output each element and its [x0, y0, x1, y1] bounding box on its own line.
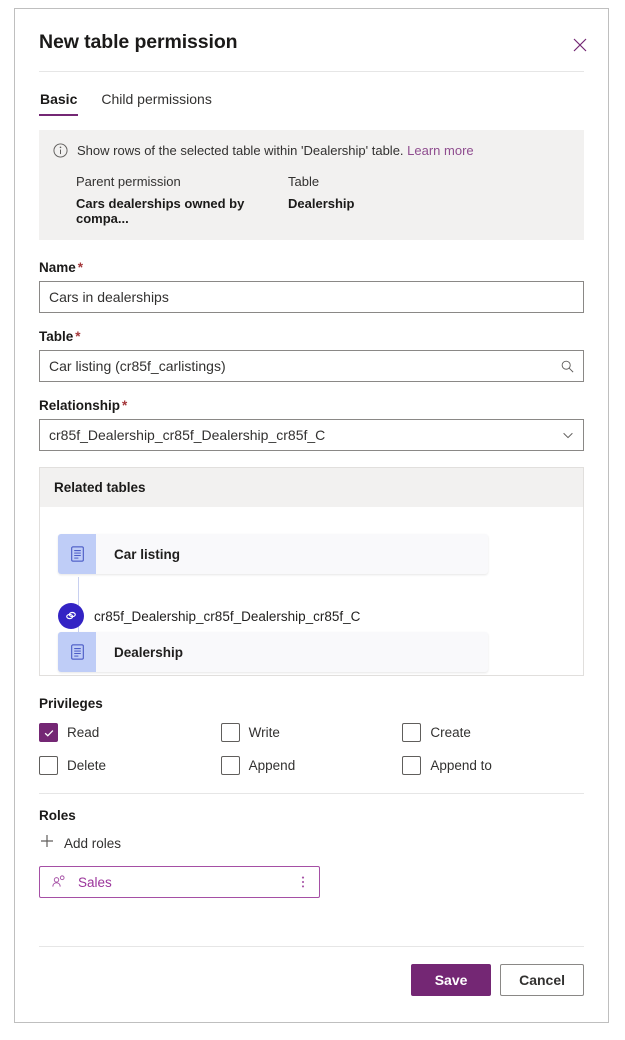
page-title: New table permission [39, 31, 238, 53]
checkbox-label-append: Append [248, 758, 296, 773]
table-required-marker: * [75, 329, 81, 344]
search-icon[interactable] [560, 351, 575, 381]
table-icon [58, 534, 96, 574]
table-field-group: Table * [39, 329, 584, 382]
table-label-text: Table [39, 329, 74, 344]
info-banner-grid: Parent permission Table Cars dealerships… [53, 174, 570, 226]
checkbox-label-delete: Delete [67, 758, 107, 773]
new-table-permission-dialog: New table permission Basic Child permiss… [14, 8, 609, 1023]
cancel-button[interactable]: Cancel [500, 964, 584, 996]
checkbox-row-delete[interactable]: Delete [39, 756, 221, 775]
dialog-footer: Save Cancel [39, 946, 584, 1022]
table-icon-shadow-2 [64, 580, 102, 587]
info-banner-message: Show rows of the selected table within '… [77, 143, 404, 158]
name-input-wrap[interactable] [39, 281, 584, 313]
relationship-input[interactable] [40, 420, 583, 450]
roles-section: Roles Add roles Sales [39, 808, 584, 898]
more-vertical-icon[interactable] [296, 875, 310, 889]
add-roles-button[interactable]: Add roles [39, 833, 584, 854]
table-input[interactable] [40, 351, 583, 381]
close-icon[interactable] [564, 29, 596, 61]
role-chip-sales[interactable]: Sales [39, 866, 320, 898]
table-icon-shadow-1 [61, 577, 99, 584]
privileges-label: Privileges [39, 696, 103, 711]
checkbox-label-write: Write [248, 725, 280, 740]
info-col-header-parent-permission: Parent permission [76, 174, 181, 189]
relationship-field-group: Relationship * [39, 398, 584, 451]
top-entity-slot: Car listing [58, 534, 494, 587]
name-required-marker: * [77, 260, 84, 275]
entity-card-dealership[interactable]: Dealership [58, 632, 488, 672]
checkbox-row-append-to[interactable]: Append to [402, 756, 584, 775]
checkbox-label-create: Create [430, 725, 471, 740]
name-label-text: Name [39, 260, 76, 275]
person-role-icon [51, 874, 67, 890]
tab-basic-label: Basic [40, 91, 78, 107]
tab-child-permissions-label: Child permissions [101, 91, 212, 107]
checkbox-row-read[interactable]: Read [39, 723, 221, 742]
info-banner-text: Show rows of the selected table within '… [77, 142, 474, 159]
info-col-value-table: Dealership [288, 196, 355, 211]
relationship-label-text: Relationship [39, 398, 121, 413]
dialog-header: New table permission [15, 9, 608, 71]
save-button[interactable]: Save [411, 964, 492, 996]
tab-list: Basic Child permissions [15, 72, 608, 116]
related-tables-panel: Related tables Car listing cr85f_Dealers… [39, 467, 584, 676]
name-field-group: Name * [39, 260, 584, 313]
entity-card-car-listing[interactable]: Car listing [58, 534, 494, 587]
name-input[interactable] [40, 282, 583, 312]
checkbox-read[interactable] [39, 723, 58, 742]
relationship-dropdown[interactable] [39, 419, 584, 451]
role-chip-label-sales: Sales [78, 874, 112, 890]
info-col-value-parent-permission: Cars dealerships owned by compa... [76, 196, 245, 226]
tab-basic[interactable]: Basic [39, 91, 79, 116]
add-roles-label: Add roles [64, 836, 122, 851]
name-label: Name * [39, 260, 584, 275]
relationship-link-label: cr85f_Dealership_cr85f_Dealership_cr85f_… [94, 608, 361, 624]
related-tables-canvas: Car listing cr85f_Dealership_cr85f_Deale… [40, 507, 583, 675]
related-tables-header: Related tables [40, 468, 583, 507]
table-icon [58, 632, 96, 672]
bottom-entity-slot: Dealership [58, 632, 488, 672]
link-icon [58, 603, 84, 629]
chevron-down-icon[interactable] [561, 420, 575, 450]
entity-name-car-listing: Car listing [114, 546, 181, 562]
checkbox-write[interactable] [220, 723, 240, 742]
entity-name-dealership: Dealership [114, 644, 184, 660]
relationship-label: Relationship * [39, 398, 584, 413]
checkbox-append[interactable] [220, 756, 240, 775]
info-banner: Show rows of the selected table within '… [39, 130, 584, 240]
table-label: Table * [39, 329, 584, 344]
privileges-roles-divider [39, 793, 584, 794]
checkbox-delete[interactable] [39, 756, 58, 775]
plus-icon [39, 833, 55, 854]
table-input-wrap[interactable] [39, 350, 584, 382]
learn-more-link[interactable]: Learn more [407, 143, 473, 158]
tab-child-permissions[interactable]: Child permissions [100, 91, 212, 116]
checkbox-label-append-to: Append to [430, 758, 492, 773]
privileges-grid: Read Write Create Delete Append Append t… [39, 723, 584, 775]
privileges-section: Privileges Read Write Create Delete Appe… [39, 696, 584, 775]
relationship-required-marker: * [122, 398, 128, 413]
checkbox-label-read: Read [67, 725, 100, 740]
relationship-link-row[interactable]: cr85f_Dealership_cr85f_Dealership_cr85f_… [58, 603, 360, 629]
checkbox-append-to[interactable] [402, 756, 422, 775]
info-icon [53, 143, 68, 163]
checkbox-row-append[interactable]: Append [220, 756, 403, 775]
info-col-header-table: Table [288, 174, 320, 189]
checkbox-create[interactable] [402, 723, 422, 742]
checkbox-row-create[interactable]: Create [402, 723, 584, 742]
roles-label: Roles [39, 808, 76, 823]
checkbox-row-write[interactable]: Write [220, 723, 403, 742]
dialog-body: Show rows of the selected table within '… [15, 116, 608, 946]
